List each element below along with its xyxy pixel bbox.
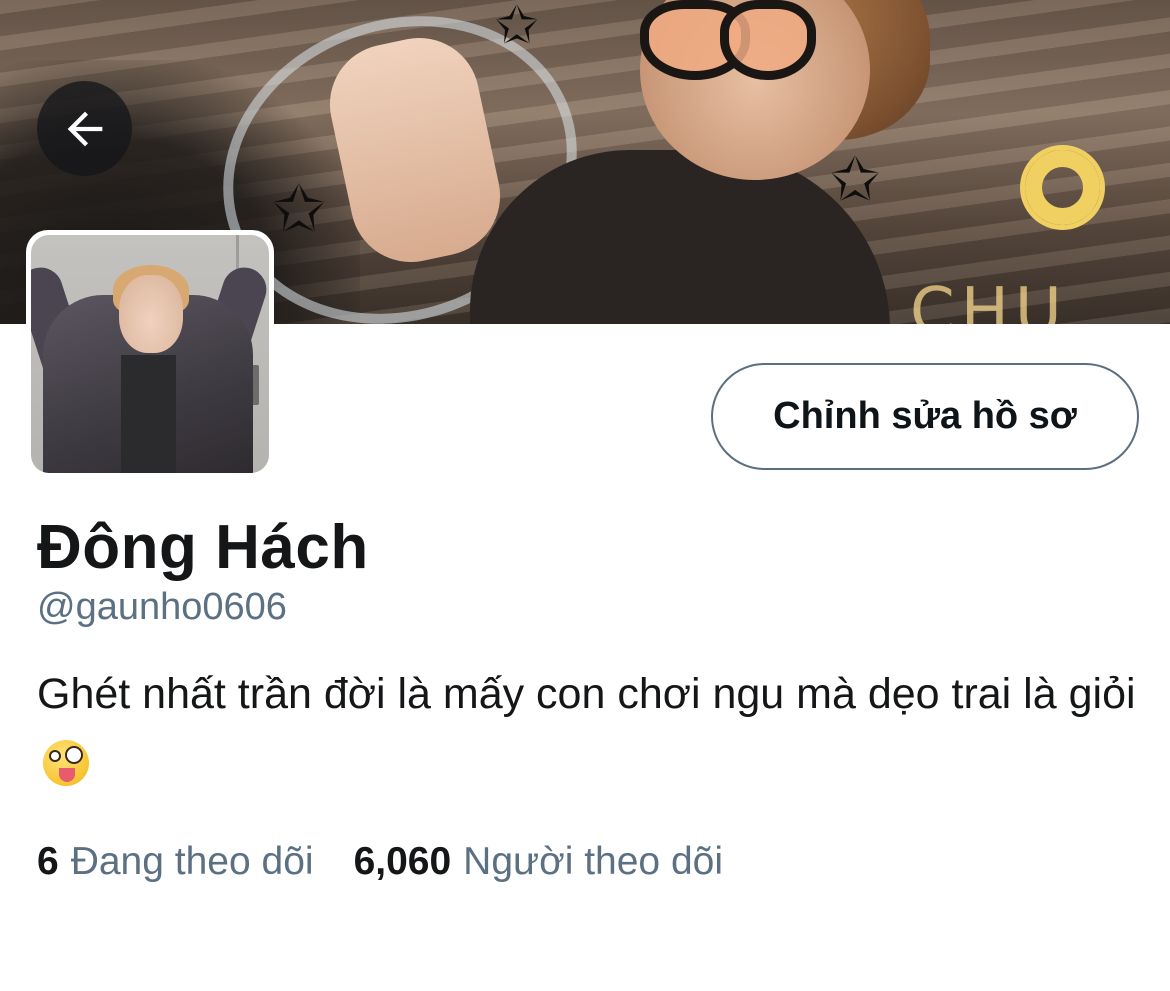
edit-profile-button[interactable]: Chỉnh sửa hồ sơ [711, 363, 1139, 470]
following-count: 6 [37, 840, 59, 883]
profile-avatar[interactable] [26, 230, 274, 478]
zany-face-icon [43, 740, 89, 786]
followers-count: 6,060 [353, 840, 452, 883]
follow-stats: 6 Đang theo dõi 6,060 Người theo dõi [37, 840, 723, 884]
bio-text: Ghét nhất trần đời là mấy con chơi ngu m… [37, 670, 1136, 718]
back-button[interactable] [37, 81, 132, 176]
followers-label: Người theo dõi [463, 840, 723, 883]
user-handle: @gaunho0606 [37, 586, 287, 628]
following-label: Đang theo dõi [70, 840, 314, 883]
profile-bio: Ghét nhất trần đời là mấy con chơi ngu m… [37, 658, 1137, 802]
followers-link[interactable]: 6,060 Người theo dõi [354, 840, 723, 884]
arrow-left-icon [67, 111, 102, 146]
following-link[interactable]: 6 Đang theo dõi [37, 840, 314, 884]
display-name: Đông Hách [37, 513, 369, 582]
